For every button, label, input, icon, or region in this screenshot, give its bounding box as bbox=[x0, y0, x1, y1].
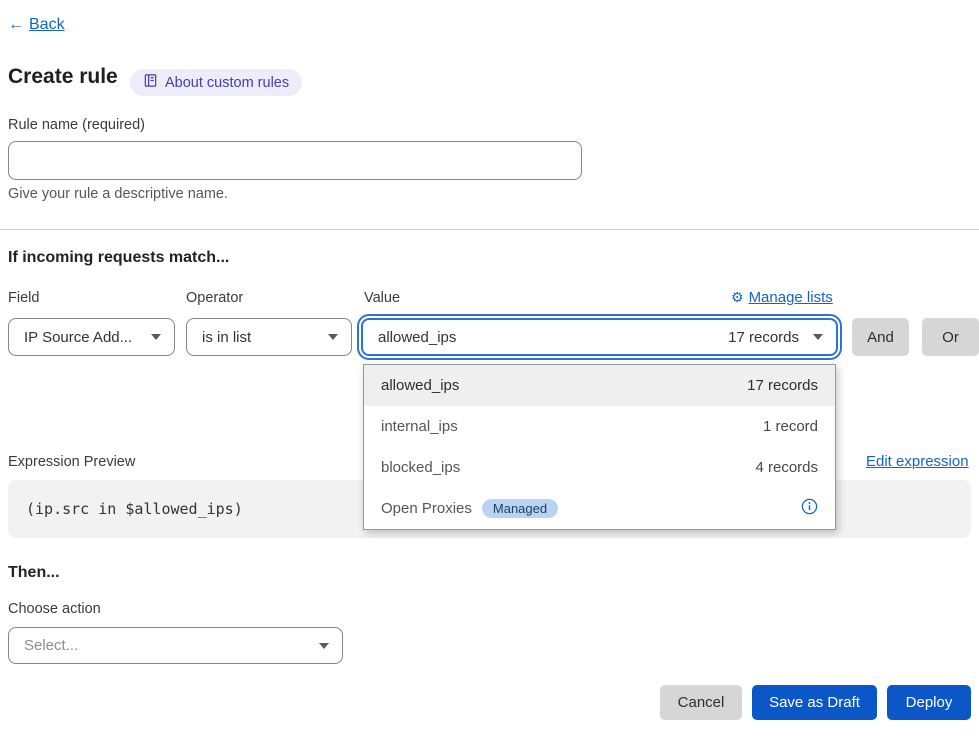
list-item-name: allowed_ips bbox=[381, 377, 459, 394]
chevron-down-icon bbox=[151, 334, 161, 340]
back-arrow-icon: ← bbox=[8, 16, 24, 34]
list-item-allowed-ips[interactable]: allowed_ips 17 records bbox=[364, 365, 835, 406]
and-button[interactable]: And bbox=[852, 318, 909, 356]
rule-name-label: Rule name (required) bbox=[8, 117, 145, 133]
choose-action-label: Choose action bbox=[8, 601, 101, 617]
manage-lists-link[interactable]: ⚙ Manage lists bbox=[731, 289, 833, 306]
list-item-blocked-ips[interactable]: blocked_ips 4 records bbox=[364, 447, 835, 488]
chevron-down-icon bbox=[813, 334, 823, 340]
list-item-records: 17 records bbox=[747, 377, 818, 394]
operator-select[interactable]: is in list bbox=[186, 318, 352, 356]
chevron-down-icon bbox=[328, 334, 338, 340]
book-icon bbox=[143, 73, 158, 92]
value-dropdown-panel: allowed_ips 17 records internal_ips 1 re… bbox=[363, 364, 836, 530]
field-label: Field bbox=[8, 290, 39, 306]
create-rule-page: ← Back Create rule About custom rules Rul… bbox=[0, 0, 979, 739]
field-select[interactable]: IP Source Add... bbox=[8, 318, 175, 356]
back-link[interactable]: ← Back bbox=[8, 16, 65, 34]
chevron-down-icon bbox=[319, 643, 329, 649]
operator-label: Operator bbox=[186, 290, 243, 306]
info-icon[interactable] bbox=[801, 498, 818, 519]
list-item-records: 4 records bbox=[755, 459, 818, 476]
about-custom-rules-label: About custom rules bbox=[165, 75, 289, 91]
manage-lists-label: Manage lists bbox=[749, 289, 833, 306]
value-select-value: allowed_ips bbox=[378, 329, 456, 346]
list-item-name: internal_ips bbox=[381, 418, 458, 435]
rule-name-input[interactable] bbox=[8, 141, 582, 180]
list-item-internal-ips[interactable]: internal_ips 1 record bbox=[364, 406, 835, 447]
page-title: Create rule bbox=[8, 65, 118, 89]
list-item-open-proxies[interactable]: Open Proxies Managed bbox=[364, 488, 835, 529]
value-select[interactable]: allowed_ips 17 records bbox=[361, 318, 838, 356]
choose-action-placeholder: Select... bbox=[24, 637, 78, 654]
expression-preview-label: Expression Preview bbox=[8, 454, 135, 470]
value-select-records: 17 records bbox=[728, 329, 799, 346]
operator-select-value: is in list bbox=[202, 329, 251, 346]
gear-icon: ⚙ bbox=[731, 289, 744, 306]
edit-expression-link[interactable]: Edit expression bbox=[866, 453, 969, 470]
then-heading: Then... bbox=[8, 564, 60, 582]
match-heading: If incoming requests match... bbox=[8, 249, 229, 267]
expression-code: (ip.src in $allowed_ips) bbox=[26, 500, 243, 518]
list-item-records: 1 record bbox=[763, 418, 818, 435]
list-item-name: Open Proxies bbox=[381, 500, 472, 517]
edit-expression-label: Edit expression bbox=[866, 453, 969, 470]
choose-action-select[interactable]: Select... bbox=[8, 627, 343, 664]
back-label: Back bbox=[29, 16, 65, 34]
value-label: Value bbox=[364, 290, 400, 306]
about-custom-rules-link[interactable]: About custom rules bbox=[130, 69, 302, 96]
field-select-value: IP Source Add... bbox=[24, 329, 132, 346]
rule-name-helper: Give your rule a descriptive name. bbox=[8, 186, 228, 202]
save-as-draft-button[interactable]: Save as Draft bbox=[752, 685, 877, 720]
deploy-button[interactable]: Deploy bbox=[887, 685, 971, 720]
cancel-button[interactable]: Cancel bbox=[660, 685, 742, 720]
list-item-name: blocked_ips bbox=[381, 459, 460, 476]
section-divider bbox=[0, 229, 979, 230]
or-button[interactable]: Or bbox=[922, 318, 979, 356]
managed-badge: Managed bbox=[482, 499, 558, 518]
